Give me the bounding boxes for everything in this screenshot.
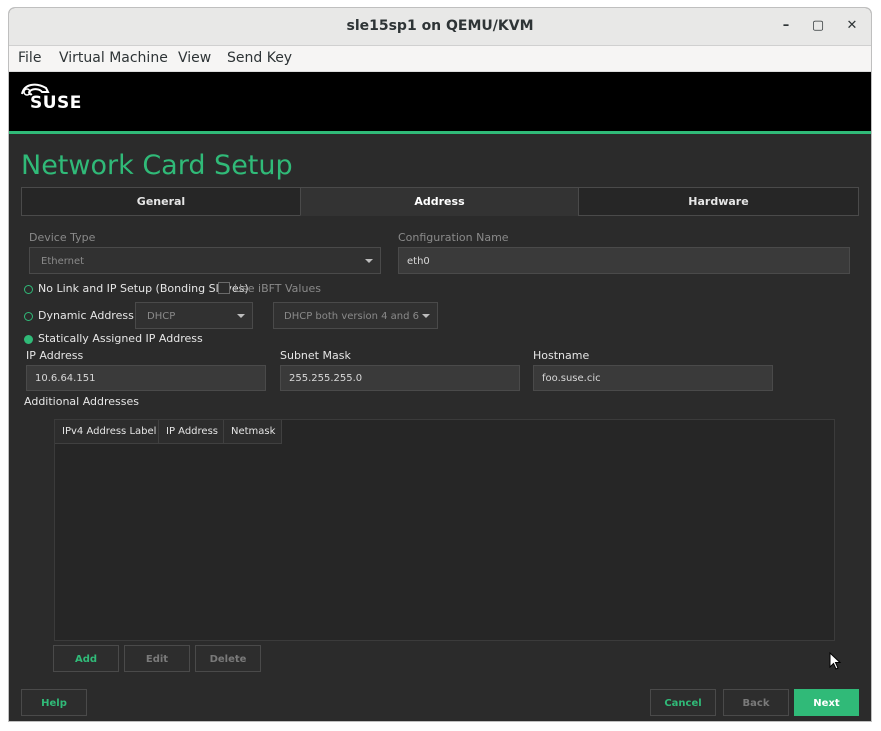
edit-button[interactable]: Edit bbox=[124, 645, 190, 672]
radio-static[interactable] bbox=[24, 335, 33, 344]
subnet-mask-field[interactable]: 255.255.255.0 bbox=[280, 365, 520, 391]
next-button[interactable]: Next bbox=[794, 689, 859, 716]
tab-hardware[interactable]: Hardware bbox=[578, 187, 859, 216]
tab-general[interactable]: General bbox=[21, 187, 301, 216]
menu-bar: File Virtual Machine View Send Key bbox=[9, 46, 871, 72]
ip-address-label: IP Address bbox=[26, 349, 84, 362]
menu-view[interactable]: View bbox=[178, 50, 211, 66]
static-label: Statically Assigned IP Address bbox=[38, 332, 203, 345]
additional-addresses-label: Additional Addresses bbox=[24, 395, 140, 408]
delete-button[interactable]: Delete bbox=[195, 645, 261, 672]
device-type-label: Device Type bbox=[29, 231, 96, 244]
column-header-ip[interactable]: IP Address bbox=[159, 420, 224, 444]
column-header-netmask[interactable]: Netmask bbox=[224, 420, 282, 444]
page-title: Network Card Setup bbox=[21, 150, 293, 181]
dhcp-value: DHCP bbox=[147, 311, 176, 322]
suse-logo: SUSE bbox=[20, 83, 81, 113]
column-header-label[interactable]: IPv4 Address Label bbox=[55, 420, 159, 444]
config-name-label: Configuration Name bbox=[398, 231, 509, 244]
tab-bar: General Address Hardware bbox=[21, 187, 859, 216]
menu-send-key[interactable]: Send Key bbox=[227, 50, 292, 66]
maximize-icon[interactable]: ▢ bbox=[808, 16, 828, 36]
tab-address[interactable]: Address bbox=[300, 187, 579, 216]
dhcp-select[interactable]: DHCP bbox=[135, 302, 253, 329]
device-type-select[interactable]: Ethernet bbox=[29, 247, 381, 274]
subnet-mask-label: Subnet Mask bbox=[280, 349, 351, 362]
cancel-button[interactable]: Cancel bbox=[650, 689, 716, 716]
chevron-down-icon bbox=[365, 259, 373, 263]
vm-window: sle15sp1 on QEMU/KVM – ▢ ✕ File Virtual … bbox=[9, 8, 871, 721]
chevron-down-icon bbox=[237, 314, 245, 318]
dynamic-label: Dynamic Address bbox=[38, 309, 134, 322]
title-bar: sle15sp1 on QEMU/KVM – ▢ ✕ bbox=[9, 8, 871, 46]
ibft-label: Use iBFT Values bbox=[234, 282, 321, 295]
suse-logo-text: SUSE bbox=[30, 93, 82, 113]
main-content: Network Card Setup General Address Hardw… bbox=[9, 134, 871, 721]
back-button[interactable]: Back bbox=[723, 689, 789, 716]
radio-dynamic[interactable] bbox=[24, 312, 33, 321]
chevron-down-icon bbox=[422, 314, 430, 318]
additional-addresses-table[interactable]: IPv4 Address Label IP Address Netmask bbox=[54, 419, 835, 641]
dhcp-version-select[interactable]: DHCP both version 4 and 6 bbox=[273, 302, 438, 329]
radio-no-link[interactable] bbox=[24, 285, 33, 294]
mouse-pointer-icon bbox=[829, 652, 842, 670]
window-title: sle15sp1 on QEMU/KVM bbox=[346, 18, 534, 34]
dhcp-version-value: DHCP both version 4 and 6 bbox=[284, 311, 420, 322]
minimize-icon[interactable]: – bbox=[776, 16, 796, 36]
ip-address-field[interactable]: 10.6.64.151 bbox=[26, 365, 266, 391]
menu-virtual-machine[interactable]: Virtual Machine bbox=[59, 50, 168, 66]
installer-banner: SUSE bbox=[9, 72, 871, 134]
device-type-value: Ethernet bbox=[41, 256, 85, 267]
hostname-field[interactable]: foo.suse.cic bbox=[533, 365, 773, 391]
add-button[interactable]: Add bbox=[53, 645, 119, 672]
menu-file[interactable]: File bbox=[18, 50, 41, 66]
close-icon[interactable]: ✕ bbox=[842, 16, 862, 36]
ibft-checkbox[interactable] bbox=[218, 282, 230, 294]
hostname-label: Hostname bbox=[533, 349, 590, 362]
help-button[interactable]: Help bbox=[21, 689, 87, 716]
config-name-field[interactable]: eth0 bbox=[398, 247, 850, 274]
